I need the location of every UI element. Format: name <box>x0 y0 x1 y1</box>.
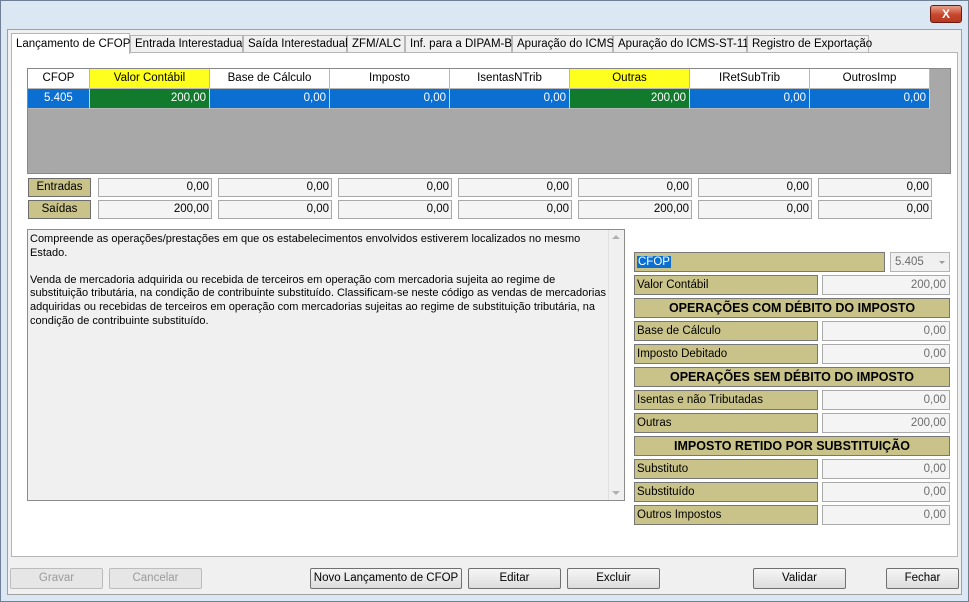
cfop-select[interactable]: 5.405 <box>890 252 950 272</box>
table-row-cell-isentas[interactable]: 0,00 <box>450 89 570 109</box>
saidas-iretsubtrib: 0,00 <box>698 200 812 219</box>
column-header-isentas[interactable]: IsentasNTrib <box>450 69 570 89</box>
table-row-cell-iretsubtrib[interactable]: 0,00 <box>690 89 810 109</box>
entradas-outras: 0,00 <box>578 178 692 197</box>
table-row-cell-base-calculo[interactable]: 0,00 <box>210 89 330 109</box>
section-imposto-retido: IMPOSTO RETIDO POR SUBSTITUIÇÃO <box>634 436 950 456</box>
substituido-field: 0,00 <box>822 482 950 502</box>
substituido-label: Substituído <box>634 482 818 502</box>
column-header-valor-contabil[interactable]: Valor Contábil <box>90 69 210 89</box>
base-calculo-label: Base de Cálculo <box>634 321 818 341</box>
entradas-isentas: 0,00 <box>458 178 572 197</box>
outras-label: Outras <box>634 413 818 433</box>
entradas-imposto: 0,00 <box>338 178 452 197</box>
novo-lancamento-button[interactable]: Novo Lançamento de CFOP <box>310 568 462 589</box>
base-calculo-field: 0,00 <box>822 321 950 341</box>
saidas-valor-contabil: 200,00 <box>98 200 212 219</box>
saidas-outrosimp: 0,00 <box>818 200 932 219</box>
column-header-outras[interactable]: Outras <box>570 69 690 89</box>
tab-apuracao-icms[interactable]: Apuração do ICMS <box>512 35 614 53</box>
tab-zfm-alc[interactable]: ZFM/ALC <box>347 35 405 53</box>
main-window: X Lançamento de CFOP Entrada Interestadu… <box>0 0 969 602</box>
tab-registro-exportacao[interactable]: Registro de Exportação <box>747 35 872 53</box>
table-row-cell-outrosimp[interactable]: 0,00 <box>810 89 930 109</box>
entradas-outrosimp: 0,00 <box>818 178 932 197</box>
isentas-label: Isentas e não Tributadas <box>634 390 818 410</box>
cfop-description-textarea[interactable]: Compreende as operações/prestações em qu… <box>27 229 625 501</box>
window-client-area: Lançamento de CFOP Entrada Interestadual… <box>7 29 962 595</box>
saidas-base-calculo: 0,00 <box>218 200 332 219</box>
cancelar-button[interactable]: Cancelar <box>109 568 202 589</box>
excluir-button[interactable]: Excluir <box>567 568 660 589</box>
substituto-field: 0,00 <box>822 459 950 479</box>
validar-button[interactable]: Validar <box>753 568 846 589</box>
table-row-cell-outras[interactable]: 200,00 <box>570 89 690 109</box>
substituto-label: Substituto <box>634 459 818 479</box>
cfop-label: CFOP <box>634 252 885 272</box>
saidas-label: Saídas <box>28 200 91 219</box>
column-header-iretsubtrib[interactable]: IRetSubTrib <box>690 69 810 89</box>
tab-dipam-b[interactable]: Inf. para a DIPAM-B <box>405 35 512 53</box>
saidas-isentas: 0,00 <box>458 200 572 219</box>
column-header-base-calculo[interactable]: Base de Cálculo <box>210 69 330 89</box>
gravar-button[interactable]: Gravar <box>10 568 103 589</box>
tab-panel-lancamento-cfop: CFOP Valor Contábil Base de Cálculo Impo… <box>11 52 958 557</box>
cfop-grid[interactable]: CFOP Valor Contábil Base de Cálculo Impo… <box>27 68 951 174</box>
entradas-valor-contabil: 0,00 <box>98 178 212 197</box>
editar-button[interactable]: Editar <box>468 568 561 589</box>
isentas-field: 0,00 <box>822 390 950 410</box>
entradas-base-calculo: 0,00 <box>218 178 332 197</box>
tab-saida-interestadual[interactable]: Saída Interestadual <box>243 35 348 53</box>
imposto-debitado-label: Imposto Debitado <box>634 344 818 364</box>
tab-entrada-interestadual[interactable]: Entrada Interestadual <box>130 35 245 53</box>
section-operacoes-sem-debito: OPERAÇÕES SEM DÉBITO DO IMPOSTO <box>634 367 950 387</box>
scroll-down-icon[interactable] <box>612 491 620 495</box>
chevron-down-icon <box>939 261 945 264</box>
fechar-button[interactable]: Fechar <box>886 568 959 589</box>
imposto-debitado-field: 0,00 <box>822 344 950 364</box>
column-header-imposto[interactable]: Imposto <box>330 69 450 89</box>
title-bar: X <box>1 1 968 27</box>
scroll-up-icon[interactable] <box>612 235 620 239</box>
column-header-outrosimp[interactable]: OutrosImp <box>810 69 930 89</box>
saidas-imposto: 0,00 <box>338 200 452 219</box>
column-header-cfop[interactable]: CFOP <box>28 69 90 89</box>
description-scrollbar[interactable] <box>608 230 624 500</box>
valor-contabil-field: 200,00 <box>822 275 950 295</box>
outros-impostos-label: Outros Impostos <box>634 505 818 525</box>
saidas-outras: 200,00 <box>578 200 692 219</box>
entradas-iretsubtrib: 0,00 <box>698 178 812 197</box>
outras-field: 200,00 <box>822 413 950 433</box>
description-paragraph-1: Compreende as operações/prestações em qu… <box>30 233 581 259</box>
valor-contabil-label: Valor Contábil <box>634 275 818 295</box>
outros-impostos-field: 0,00 <box>822 505 950 525</box>
tab-apuracao-icms-st[interactable]: Apuração do ICMS-ST-11 <box>613 35 749 53</box>
description-paragraph-2: Venda de mercadoria adquirida ou recebid… <box>30 273 606 327</box>
table-row-cell-valor-contabil[interactable]: 200,00 <box>90 89 210 109</box>
section-operacoes-com-debito: OPERAÇÕES COM DÉBITO DO IMPOSTO <box>634 298 950 318</box>
table-row-cell-cfop[interactable]: 5.405 <box>28 89 90 109</box>
close-button[interactable]: X <box>930 5 962 23</box>
table-row-cell-imposto[interactable]: 0,00 <box>330 89 450 109</box>
entradas-label: Entradas <box>28 178 91 197</box>
tab-lancamento-cfop[interactable]: Lançamento de CFOP <box>11 33 130 54</box>
